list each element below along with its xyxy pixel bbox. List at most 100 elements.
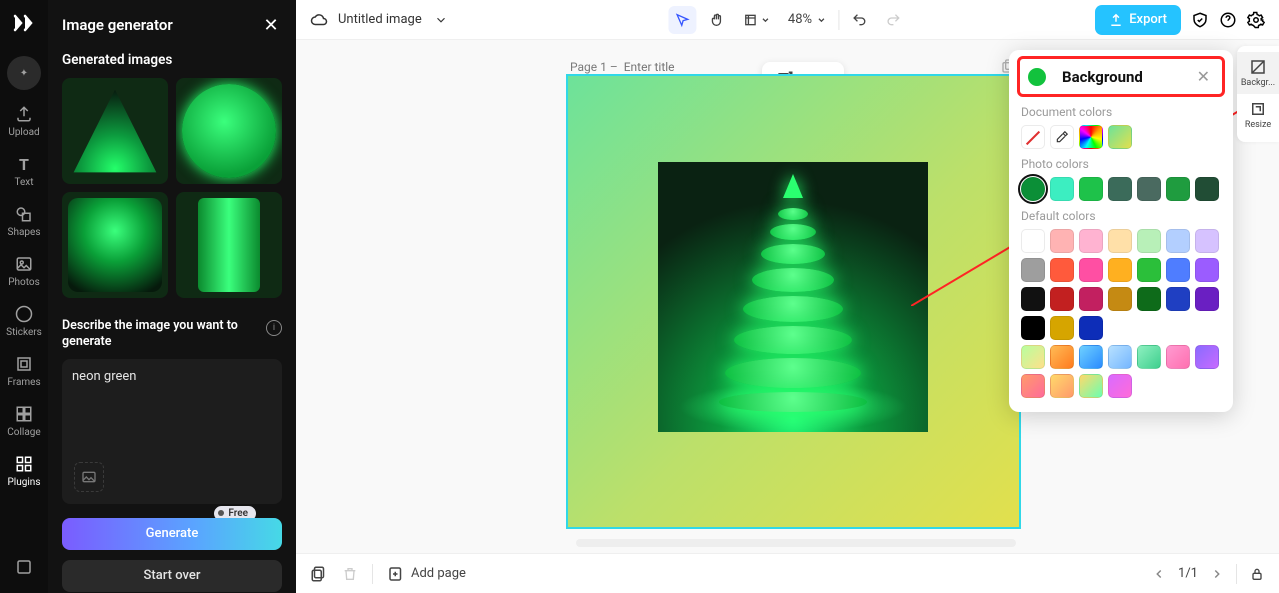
swatch-default[interactable] bbox=[1021, 287, 1045, 311]
swatch-default[interactable] bbox=[1195, 229, 1219, 253]
swatch-default[interactable] bbox=[1050, 287, 1074, 311]
swatch-gradient[interactable] bbox=[1050, 374, 1074, 398]
rail-item-shapes[interactable]: Shapes bbox=[0, 196, 48, 246]
swatch-gradient[interactable] bbox=[1079, 374, 1103, 398]
generated-thumb-face[interactable] bbox=[62, 192, 168, 298]
swatch-default[interactable] bbox=[1166, 287, 1190, 311]
swatch-default[interactable] bbox=[1137, 287, 1161, 311]
canvas-viewport[interactable]: Page 1 – ⋯ bbox=[296, 40, 1279, 553]
swatch-photo[interactable] bbox=[1079, 177, 1103, 201]
chevron-down-icon[interactable] bbox=[432, 11, 450, 29]
swatch-default[interactable] bbox=[1108, 287, 1132, 311]
swatch-rainbow[interactable] bbox=[1079, 125, 1103, 149]
close-panel-button[interactable]: ✕ bbox=[260, 14, 282, 36]
divider bbox=[1236, 564, 1237, 584]
delete-button[interactable] bbox=[342, 566, 358, 582]
swatch-default[interactable] bbox=[1079, 316, 1103, 340]
zoom-level[interactable]: 48% bbox=[782, 6, 832, 34]
right-rail-resize[interactable]: Resize bbox=[1237, 94, 1279, 136]
page-title-input[interactable] bbox=[624, 60, 694, 74]
swatch-gradient[interactable] bbox=[1108, 345, 1132, 369]
swatch-default[interactable] bbox=[1137, 229, 1161, 253]
swatch-default[interactable] bbox=[1021, 229, 1045, 253]
select-tool[interactable] bbox=[668, 6, 696, 34]
cloud-icon[interactable] bbox=[310, 11, 328, 29]
document-title[interactable]: Untitled image bbox=[338, 12, 422, 27]
swatch-photo[interactable] bbox=[1137, 177, 1161, 201]
hand-tool[interactable] bbox=[702, 6, 730, 34]
swatch-photo[interactable] bbox=[1021, 177, 1045, 201]
swatch-default[interactable] bbox=[1166, 258, 1190, 282]
prompt-input[interactable]: neon green bbox=[62, 359, 282, 504]
swatch-default[interactable] bbox=[1079, 258, 1103, 282]
swatch-default[interactable] bbox=[1195, 287, 1219, 311]
swatch-default[interactable] bbox=[1050, 316, 1074, 340]
rail-item-stickers[interactable]: Stickers bbox=[0, 296, 48, 346]
swatch-photo[interactable] bbox=[1108, 177, 1132, 201]
swatch-photo[interactable] bbox=[1195, 177, 1219, 201]
swatch-default[interactable] bbox=[1079, 229, 1103, 253]
swatch-gradient[interactable] bbox=[1021, 374, 1045, 398]
help-icon[interactable] bbox=[1219, 11, 1237, 29]
prev-page-button[interactable] bbox=[1152, 567, 1166, 581]
swatch-default[interactable] bbox=[1079, 287, 1103, 311]
canvas-image[interactable] bbox=[658, 162, 928, 432]
swatch-gradient[interactable] bbox=[1195, 345, 1219, 369]
rail-item-more[interactable] bbox=[0, 549, 48, 585]
doc-colors-row bbox=[1021, 125, 1221, 149]
rail-item-photos[interactable]: Photos bbox=[0, 246, 48, 296]
next-page-button[interactable] bbox=[1210, 567, 1224, 581]
swatch-gradient[interactable] bbox=[1166, 345, 1190, 369]
generated-section-title: Generated images bbox=[62, 52, 282, 68]
swatch-gradient[interactable] bbox=[1021, 345, 1045, 369]
generated-thumb-tree[interactable] bbox=[62, 78, 168, 184]
info-icon[interactable]: i bbox=[266, 320, 282, 336]
rail-item-plugins[interactable]: Plugins bbox=[0, 446, 48, 496]
bottombar: Add page 1/1 bbox=[296, 553, 1279, 593]
swatch-default[interactable] bbox=[1108, 258, 1132, 282]
rail-item-upload[interactable]: Upload bbox=[0, 96, 48, 146]
background-popover: Background ✕ Document colors Photo color… bbox=[1009, 50, 1233, 412]
swatch-default[interactable] bbox=[1050, 229, 1074, 253]
swatch-gradient-current[interactable] bbox=[1108, 125, 1132, 149]
main-area: Untitled image 48% Export Page 1 – bbox=[296, 0, 1279, 593]
shield-icon[interactable] bbox=[1191, 11, 1209, 29]
start-over-button[interactable]: Start over bbox=[62, 560, 282, 592]
swatch-default[interactable] bbox=[1137, 258, 1161, 282]
undo-button[interactable] bbox=[845, 6, 873, 34]
swatch-default[interactable] bbox=[1021, 258, 1045, 282]
layers-button[interactable] bbox=[310, 565, 328, 583]
rail-item-collage[interactable]: Collage bbox=[0, 396, 48, 446]
swatch-default[interactable] bbox=[1166, 229, 1190, 253]
swatch-default[interactable] bbox=[1195, 258, 1219, 282]
rail-item-design[interactable]: ✦ bbox=[7, 56, 41, 90]
canvas-page[interactable] bbox=[566, 74, 1021, 529]
prompt-attach-icon[interactable] bbox=[74, 462, 104, 492]
swatch-gradient[interactable] bbox=[1108, 374, 1132, 398]
popover-close-button[interactable]: ✕ bbox=[1193, 67, 1214, 86]
generated-thumb-cylinder[interactable] bbox=[176, 192, 282, 298]
lock-button[interactable] bbox=[1249, 566, 1265, 582]
export-button[interactable]: Export bbox=[1095, 5, 1181, 35]
swatch-none[interactable] bbox=[1021, 125, 1045, 149]
crop-tool[interactable] bbox=[736, 6, 776, 34]
swatch-default[interactable] bbox=[1021, 316, 1045, 340]
swatch-photo[interactable] bbox=[1050, 177, 1074, 201]
rail-item-text[interactable]: T Text bbox=[0, 146, 48, 196]
generated-thumb-circle[interactable] bbox=[176, 78, 282, 184]
redo-button[interactable] bbox=[879, 6, 907, 34]
rail-item-frames[interactable]: Frames bbox=[0, 346, 48, 396]
generate-button[interactable]: Generate bbox=[62, 518, 282, 550]
settings-icon[interactable] bbox=[1247, 11, 1265, 29]
swatch-eyedropper[interactable] bbox=[1050, 125, 1074, 149]
add-page-button[interactable]: Add page bbox=[387, 565, 466, 583]
right-rail-background[interactable]: Backgr... bbox=[1237, 52, 1279, 94]
app-logo[interactable] bbox=[11, 10, 37, 36]
swatch-gradient[interactable] bbox=[1137, 345, 1161, 369]
swatch-default[interactable] bbox=[1108, 229, 1132, 253]
horizontal-scrollbar[interactable] bbox=[576, 539, 1016, 547]
swatch-gradient[interactable] bbox=[1050, 345, 1074, 369]
swatch-photo[interactable] bbox=[1166, 177, 1190, 201]
swatch-gradient[interactable] bbox=[1079, 345, 1103, 369]
swatch-default[interactable] bbox=[1050, 258, 1074, 282]
